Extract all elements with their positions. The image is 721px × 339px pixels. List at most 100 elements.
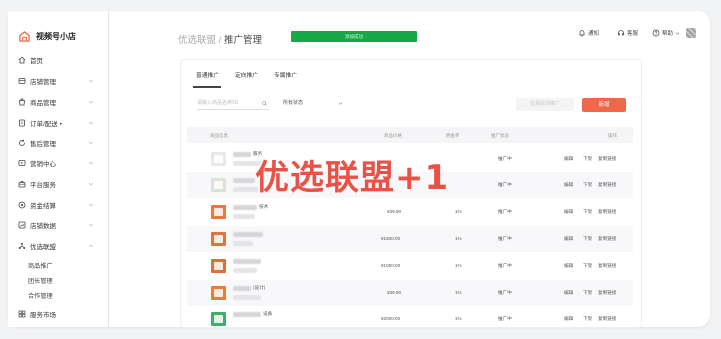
commission-cell: 1% (455, 316, 462, 321)
sidebar-item-store[interactable]: 店铺管理 (8, 74, 108, 88)
chevron-down-icon (88, 100, 94, 104)
product-title-suffix: 设备 (263, 311, 273, 316)
edit-link[interactable]: 编辑 (564, 290, 573, 296)
copy-link[interactable]: 复制链接 (598, 290, 616, 296)
table-row[interactable]: ¥1600.00 1% 推广中 编辑 下架 复制链接 (187, 226, 633, 252)
commission-cell: 1% (455, 263, 462, 268)
sidebar-item-orders[interactable]: 订单/配送 • (8, 116, 108, 130)
sidebar-item-label: 商品管理 (30, 100, 56, 107)
tab-targeted-promotion[interactable]: 定向推广 (235, 70, 258, 79)
delist-link[interactable]: 下架 (583, 156, 592, 162)
chevron-down-icon (88, 182, 94, 186)
edit-link[interactable]: 编辑 (564, 209, 573, 215)
copy-link[interactable]: 复制链接 (598, 156, 616, 162)
copy-link[interactable]: 复制链接 (598, 182, 616, 188)
table-row[interactable]: (设计) ¥39.90 1% 推广中 编辑 下架 复制链接 (187, 280, 633, 306)
money-icon (18, 201, 26, 209)
breadcrumb-separator: / (216, 35, 224, 46)
edit-link[interactable]: 编辑 (564, 182, 573, 188)
breadcrumb-parent[interactable]: 优选联盟 (178, 35, 216, 46)
price-cell: ¥1600.00 (381, 236, 401, 241)
customer-service-label: 客服 (627, 31, 639, 37)
sidebar-item-label: 订单/配送 • (30, 121, 62, 128)
help-label: 帮助 (662, 31, 674, 37)
table-row[interactable]: ¥1000.00 1% 推广中 编辑 下架 复制链接 (187, 253, 633, 279)
status-cell: 推广中 (498, 236, 512, 241)
edit-link[interactable]: 编辑 (564, 156, 573, 162)
sidebar-item-after-sales[interactable]: 售后管理 (8, 136, 108, 150)
store-logo-icon (19, 31, 30, 42)
avatar[interactable] (686, 28, 696, 38)
sidebar-item-alliance[interactable]: 优选联盟 (8, 239, 108, 253)
order-icon (19, 119, 25, 127)
delist-link[interactable]: 下架 (583, 236, 592, 242)
delist-link[interactable]: 下架 (583, 263, 592, 269)
edit-link[interactable]: 编辑 (564, 316, 573, 322)
app-name: 视频号小店 (36, 32, 76, 41)
copy-link[interactable]: 复制链接 (598, 209, 616, 215)
price-cell: ¥2000.00 (381, 316, 401, 321)
headset-icon (618, 30, 624, 36)
sidebar-item-settlement[interactable]: 资金结算 (8, 198, 108, 212)
delist-link[interactable]: 下架 (583, 182, 592, 188)
refresh-icon (19, 139, 25, 146)
breadcrumb-current: 推广管理 (223, 35, 262, 46)
product-title-blur (233, 259, 261, 264)
sidebar-item-label: 资金结算 (30, 203, 56, 210)
edit-link[interactable]: 编辑 (564, 236, 573, 242)
column-header-status: 推广状态 (491, 133, 509, 138)
price-cell: ¥39.90 (387, 290, 402, 295)
product-title-blur (233, 152, 251, 157)
tab-exclusive-promotion[interactable]: 专属推广 (274, 70, 297, 79)
status-select-value: 所有状态 (283, 100, 304, 106)
sidebar-item-marketing[interactable]: 营销中心 (8, 156, 108, 170)
chevron-down-icon (88, 223, 94, 227)
sidebar-subitem-promotion[interactable]: 商品推广 (28, 261, 53, 270)
copy-link[interactable]: 复制链接 (598, 316, 616, 322)
product-title-blur (233, 178, 255, 183)
delist-link[interactable]: 下架 (583, 209, 592, 215)
sidebar-item-label: 售后管理 (30, 141, 56, 148)
status-cell: 推广中 (498, 290, 512, 295)
service-icon (18, 180, 26, 188)
table-row[interactable]: 技术 ¥39.90 1% 推广中 编辑 下架 复制链接 (187, 199, 633, 225)
product-thumbnail (211, 152, 226, 166)
notifications-button[interactable]: 通知 (578, 26, 599, 40)
delist-link[interactable]: 下架 (583, 290, 592, 296)
sidebar-item-store-data[interactable]: 店铺数据 (8, 218, 108, 232)
status-cell: 推广中 (498, 209, 512, 214)
copy-link[interactable]: 复制链接 (598, 236, 616, 242)
status-cell: 推广中 (498, 156, 512, 161)
sidebar-subitem-leader[interactable]: 团长管理 (28, 276, 53, 285)
sidebar-item-home[interactable]: 首页 (8, 53, 108, 67)
edit-link[interactable]: 编辑 (564, 263, 573, 269)
sidebar-item-service-market[interactable]: 服务市场 (8, 307, 108, 321)
search-input[interactable]: 请输入商品名称/ID (197, 98, 269, 110)
help-button[interactable]: 帮助 (652, 26, 682, 40)
chevron-down-icon (88, 79, 94, 83)
sidebar-item-products[interactable]: 商品管理 (8, 95, 108, 109)
chevron-down-icon (88, 161, 94, 165)
batch-cancel-button[interactable]: 批量取消推广 (516, 98, 574, 111)
search-icon (262, 101, 267, 106)
chevron-down-icon (338, 102, 343, 105)
status-select[interactable]: 所有状态 (283, 98, 343, 109)
notifications-label: 通知 (588, 31, 600, 37)
product-id-blur (233, 268, 257, 273)
table-header (187, 127, 633, 143)
app-logo[interactable]: 视频号小店 (19, 31, 76, 42)
table-row[interactable]: 设备 ¥2000.00 1% 推广中 编辑 下架 复制链接 (187, 306, 633, 326)
sidebar-subitem-cooperation[interactable]: 合作管理 (28, 291, 53, 300)
sidebar-item-label: 服务市场 (30, 312, 56, 319)
product-id-blur (233, 241, 253, 246)
copy-link[interactable]: 复制链接 (598, 263, 616, 269)
delist-link[interactable]: 下架 (583, 316, 592, 322)
status-cell: 推广中 (498, 316, 512, 321)
grid-icon (18, 310, 26, 318)
price-cell: ¥39.90 (387, 209, 402, 214)
sidebar-item-platform-service[interactable]: 平台服务 (8, 177, 108, 191)
customer-service-button[interactable]: 客服 (617, 26, 638, 40)
help-icon (652, 29, 660, 37)
tab-normal-promotion[interactable]: 普通推广 (196, 70, 219, 79)
add-button[interactable]: 新增 (582, 98, 626, 112)
